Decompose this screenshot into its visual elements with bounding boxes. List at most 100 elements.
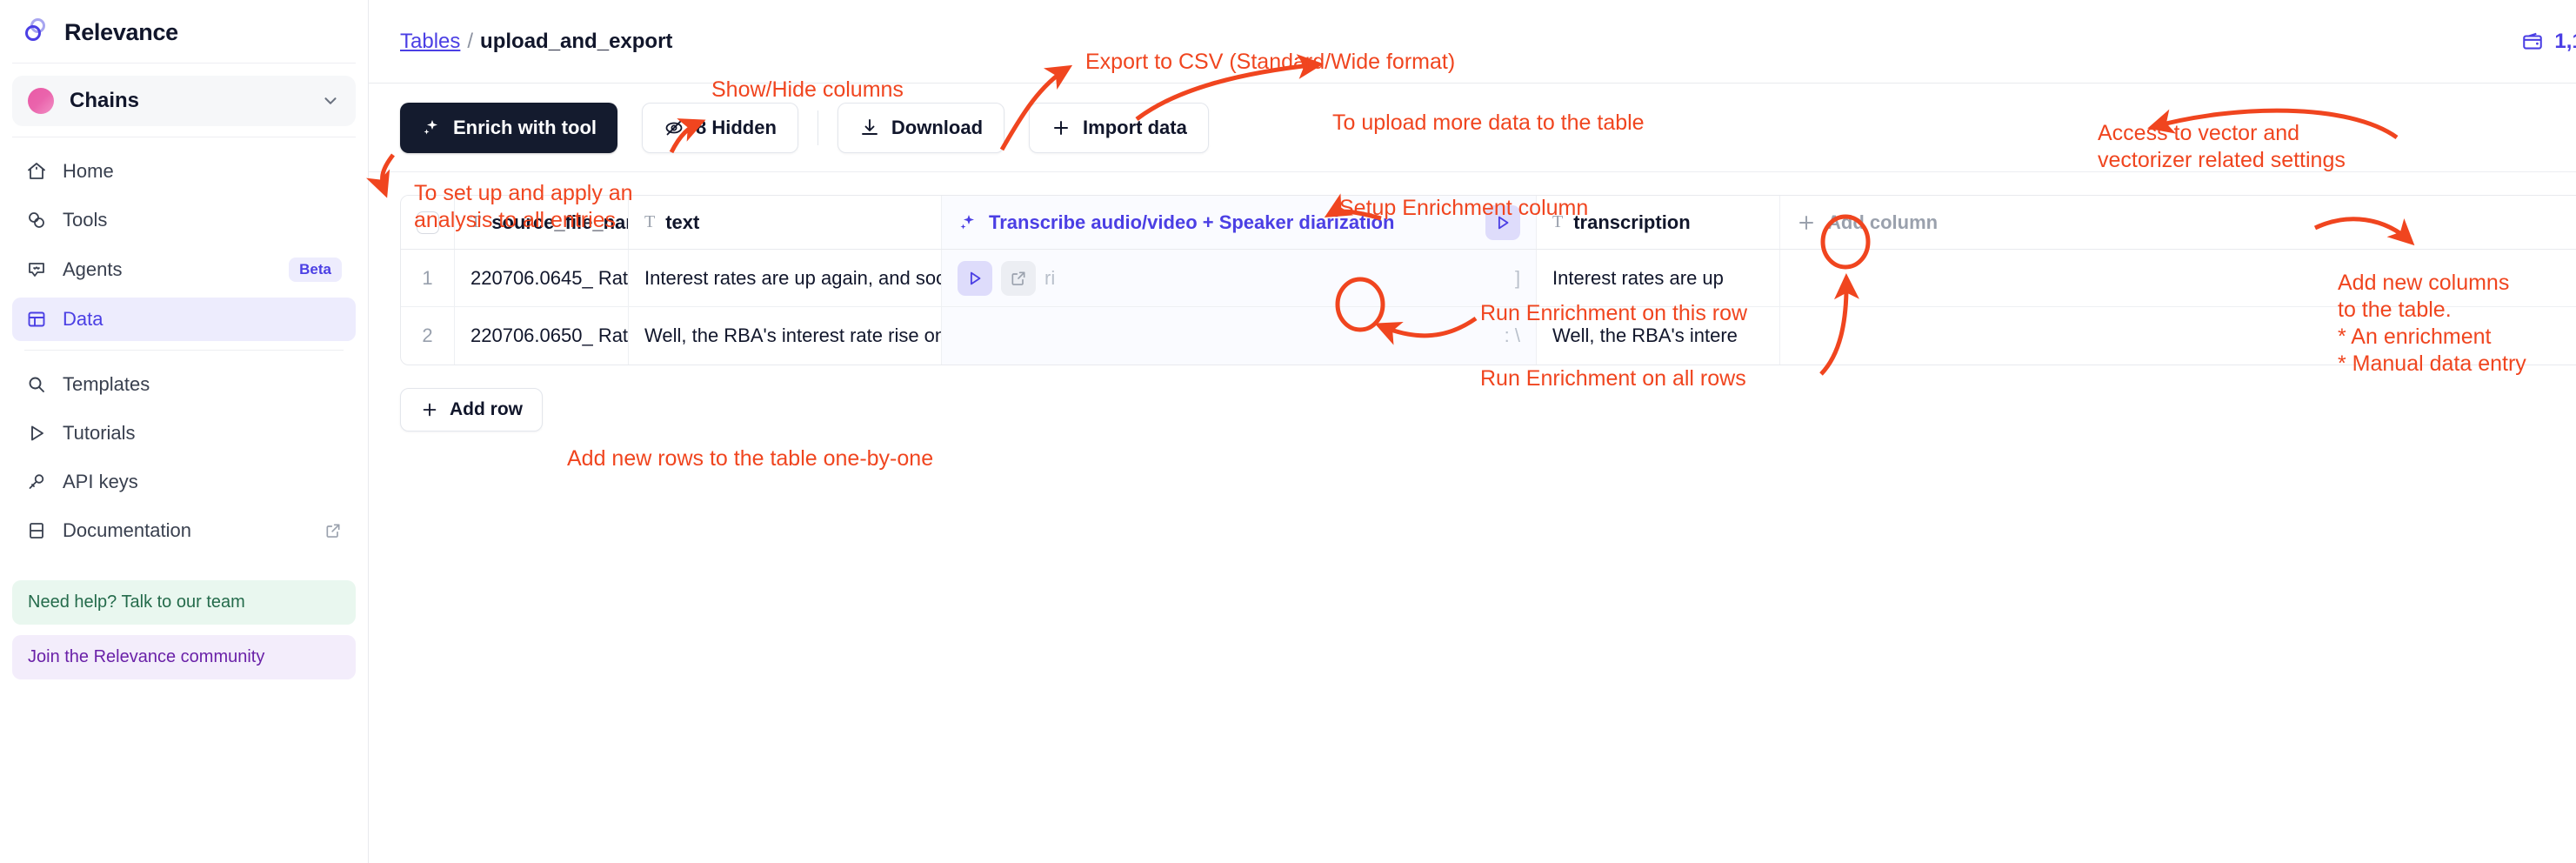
cell-enrichment[interactable]: : \: [942, 307, 1537, 365]
promo-talk-to-team[interactable]: Need help? Talk to our team: [12, 580, 356, 625]
home-icon: [26, 161, 47, 182]
breadcrumb-tables-link[interactable]: Tables: [400, 30, 460, 54]
cell-source-file-name[interactable]: 220706.0650_ Rate ri: [455, 307, 629, 365]
add-column-cell[interactable]: Add column: [1780, 196, 2576, 249]
sparkle-icon: [958, 212, 978, 233]
divider: [12, 63, 356, 64]
text-type-icon: T: [470, 212, 482, 231]
table-row[interactable]: 2 220706.0650_ Rate ri Well, the RBA's i…: [401, 307, 2576, 365]
select-all-cell[interactable]: [401, 196, 455, 249]
play-icon: [1493, 213, 1512, 232]
sidebar-item-api-keys[interactable]: API keys: [12, 460, 356, 504]
sidebar-item-data[interactable]: Data: [12, 298, 356, 341]
sidebar-item-label: Templates: [63, 373, 150, 395]
main-panel: Tables / upload_and_export 1,197,751 Cus…: [369, 0, 2576, 863]
sidebar-nav: Home Tools Agents Beta Data Templates Tu…: [0, 137, 368, 558]
column-header-transcription[interactable]: T transcription: [1537, 196, 1780, 249]
relevance-logo-icon: [23, 17, 52, 47]
credits-value: 1,197,751: [2554, 29, 2576, 53]
hidden-columns-button[interactable]: 8 Hidden: [642, 102, 798, 153]
sidebar-item-label: Tools: [63, 209, 108, 231]
sidebar-item-tools[interactable]: Tools: [12, 198, 356, 242]
column-header-label: text: [665, 211, 700, 233]
add-row-label: Add row: [450, 399, 523, 419]
cell-text[interactable]: Well, the RBA's interest rate rise only …: [629, 307, 942, 365]
external-link-icon: [1010, 270, 1027, 287]
sidebar-item-templates[interactable]: Templates: [12, 363, 356, 406]
top-bar: Tables / upload_and_export 1,197,751 Cus…: [369, 0, 2576, 84]
download-icon: [859, 117, 880, 138]
column-header-enrichment[interactable]: Transcribe audio/video + Speaker diariza…: [942, 196, 1537, 249]
table-area: T source_file_name T text Transcribe aud…: [369, 172, 2576, 863]
brand[interactable]: Relevance: [0, 0, 368, 63]
cell-value: Well, the RBA's intere: [1552, 324, 1738, 346]
plus-icon: [1796, 212, 1817, 233]
cell-value: 220706.0650_ Rate ri: [470, 324, 629, 346]
credits-indicator[interactable]: 1,197,751: [2521, 30, 2576, 54]
row-number-cell[interactable]: 1: [401, 250, 455, 306]
sidebar-item-label: Tutorials: [63, 422, 136, 444]
row-number: 1: [422, 266, 433, 289]
search-icon: [26, 374, 47, 395]
project-selector[interactable]: Chains: [12, 76, 356, 126]
sidebar-item-label: Agents: [63, 258, 123, 280]
cell-transcription[interactable]: Interest rates are up: [1537, 250, 1780, 306]
promo-community[interactable]: Join the Relevance community: [12, 635, 356, 679]
sidebar-item-agents[interactable]: Agents Beta: [12, 247, 356, 292]
select-all-checkbox[interactable]: [416, 211, 439, 234]
run-enrichment-all-rows-button[interactable]: [1485, 204, 1520, 240]
chevron-down-icon: [321, 91, 340, 110]
sparkle-icon: [421, 117, 442, 138]
cell-text[interactable]: Interest rates are up again, and soon mo…: [629, 250, 942, 306]
sidebar-item-label: Data: [63, 308, 103, 330]
cell-empty: [1780, 250, 2576, 306]
add-row-area: Add row: [400, 388, 2576, 432]
cell-enrichment-partial: ri: [1044, 266, 1056, 289]
sidebar-item-label: API keys: [63, 471, 138, 492]
cell-value: 220706.0645_ Rates r: [470, 266, 629, 289]
top-bar-right: 1,197,751 Custom c: [2521, 19, 2576, 64]
breadcrumb-current-table: upload_and_export: [480, 29, 673, 53]
open-enrichment-detail-button[interactable]: [1001, 260, 1036, 296]
external-link-icon: [324, 522, 342, 539]
cell-value: Interest rates are up: [1552, 266, 1724, 289]
cell-transcription[interactable]: Well, the RBA's intere: [1537, 307, 1780, 365]
breadcrumb: Tables / upload_and_export: [400, 30, 672, 54]
sidebar-item-label: Documentation: [63, 519, 191, 541]
plus-icon: [1051, 117, 1071, 138]
tools-icon: [26, 210, 47, 231]
agents-icon: [26, 259, 47, 280]
plus-icon: [420, 400, 439, 419]
cell-value: Well, the RBA's interest rate rise only …: [644, 324, 941, 346]
sidebar-item-home[interactable]: Home: [12, 150, 356, 193]
download-button[interactable]: Download: [837, 102, 1005, 153]
import-data-button[interactable]: Import data: [1029, 102, 1209, 153]
eye-off-icon: [664, 117, 684, 138]
project-name: Chains: [70, 89, 140, 112]
text-type-icon: T: [1552, 212, 1564, 231]
data-table-icon: [26, 309, 47, 330]
sidebar-item-documentation[interactable]: Documentation: [12, 509, 356, 552]
run-enrichment-this-row-button[interactable]: [958, 260, 992, 296]
cell-source-file-name[interactable]: 220706.0645_ Rates r: [455, 250, 629, 306]
beta-badge: Beta: [289, 258, 342, 282]
column-header-source-file-name[interactable]: T source_file_name: [455, 196, 629, 249]
row-number-cell[interactable]: 2: [401, 307, 455, 365]
sidebar-item-tutorials[interactable]: Tutorials: [12, 411, 356, 455]
column-header-label: Transcribe audio/video + Speaker diariza…: [989, 211, 1395, 233]
project-color-dot: [28, 88, 54, 114]
play-icon: [26, 423, 47, 444]
table-row[interactable]: 1 220706.0645_ Rates r Interest rates ar…: [401, 250, 2576, 307]
enrich-with-tool-button[interactable]: Enrich with tool: [400, 102, 617, 153]
text-type-icon: T: [644, 212, 656, 231]
book-icon: [26, 520, 47, 541]
column-header-label: source_file_name: [491, 211, 628, 233]
brand-name: Relevance: [64, 18, 178, 45]
add-row-button[interactable]: Add row: [400, 388, 543, 432]
hidden-columns-label: 8 Hidden: [696, 116, 777, 138]
credits-wallet-icon: [2521, 30, 2544, 53]
cell-enrichment[interactable]: ri ]: [942, 250, 1537, 306]
divider: [24, 350, 344, 351]
column-header-text[interactable]: T text: [629, 196, 942, 249]
table-toolbar: Enrich with tool 8 Hidden Download Impor…: [369, 84, 2576, 172]
